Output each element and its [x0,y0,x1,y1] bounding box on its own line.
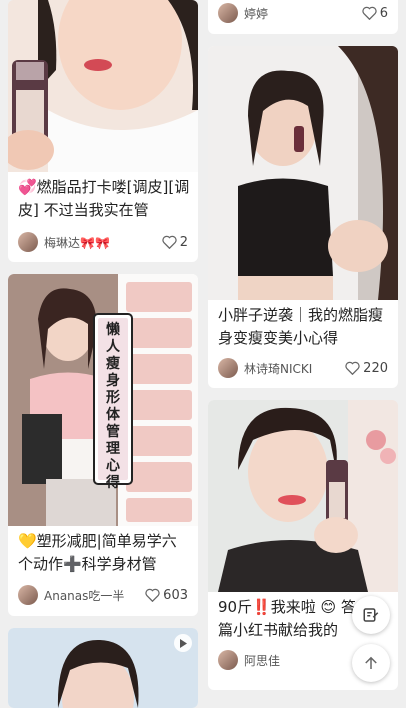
note-meta: Ananas吃一半 603 [18,584,188,606]
note-card[interactable]: 💞燃脂品打卡喽[调皮][调皮] 不过当我实在管 梅琳达🎀🎀 2 [8,0,198,262]
like-count: 220 [363,360,388,376]
heart-icon [162,235,177,249]
avatar[interactable] [18,585,38,605]
note-cover-image[interactable] [208,46,398,300]
heart-icon [145,588,160,602]
edit-button[interactable] [352,596,390,634]
play-button[interactable] [174,634,192,652]
note-cover-image[interactable] [8,0,198,172]
avatar[interactable] [218,3,238,23]
author-name[interactable]: 梅琳达🎀🎀 [44,234,162,251]
cover-overlay-text: 懒人瘦身 形体管理心得 [106,322,120,491]
like-button[interactable]: 6 [362,6,388,21]
like-button[interactable]: 2 [162,235,188,250]
like-count: 6 [379,5,388,21]
arrow-up-icon [365,656,377,669]
note-title[interactable]: 小胖子逆袭｜我的燃脂瘦身变瘦变美小心得 [218,304,390,350]
like-button[interactable]: 220 [345,361,388,376]
like-count: 603 [163,587,188,603]
note-title[interactable]: 💛塑形减肥|简单易学六个动作➕科学身材管 [18,530,190,576]
note-title[interactable]: 💞燃脂品打卡喽[调皮][调皮] 不过当我实在管 [18,176,190,222]
note-cover-image[interactable] [208,400,398,592]
back-to-top-button[interactable] [352,644,390,682]
like-count: 2 [179,234,188,250]
note-title[interactable]: 90斤‼️我来啦 😊 答篇小红书献给我的 [218,596,358,642]
author-name[interactable]: 林诗琦NICKI [244,360,345,377]
note-meta: 林诗琦NICKI 220 [218,357,388,379]
note-card[interactable]: 小胖子逆袭｜我的燃脂瘦身变瘦变美小心得 林诗琦NICKI 220 [208,46,398,388]
avatar[interactable] [218,358,238,378]
heart-icon [345,361,360,375]
avatar[interactable] [218,650,238,670]
edit-icon [363,608,379,622]
author-name[interactable]: Ananas吃一半 [44,587,145,604]
note-cover-image[interactable] [8,628,198,708]
author-name[interactable]: 婷婷 [244,5,362,22]
like-button[interactable]: 603 [145,588,188,603]
note-meta: 梅琳达🎀🎀 2 [18,231,188,253]
play-icon [180,638,187,648]
avatar[interactable] [18,232,38,252]
note-card[interactable] [8,628,198,708]
note-card[interactable]: 懒人瘦身 形体管理心得 💛塑形减肥|简单易学六个动作➕科学身材管 Ananas吃… [8,274,198,616]
heart-icon [362,6,377,20]
note-meta: 婷婷 6 [218,2,388,24]
note-cover-image[interactable]: 懒人瘦身 形体管理心得 [8,274,198,526]
note-card[interactable]: 婷婷 6 [208,0,398,34]
